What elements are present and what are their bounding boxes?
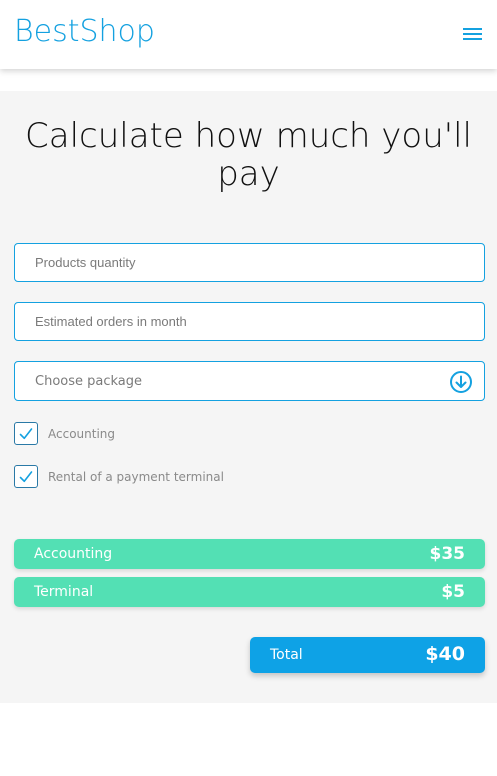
terminal-checkbox-label: Rental of a payment terminal (48, 470, 224, 484)
total-box: Total $40 (250, 637, 485, 673)
checkmark-icon (19, 471, 33, 483)
summary-item-price: $5 (441, 582, 465, 602)
menu-line (463, 33, 482, 35)
site-header: BestShop (0, 0, 497, 69)
accounting-checkbox-row: Accounting (14, 422, 314, 446)
terminal-checkbox[interactable] (14, 465, 38, 488)
products-quantity-input[interactable] (14, 243, 485, 282)
summary-item-accounting: Accounting $35 (14, 539, 485, 569)
menu-line (463, 28, 482, 30)
package-select-label: Choose package (35, 374, 143, 389)
total-price: $40 (425, 643, 465, 665)
package-select[interactable]: Choose package (14, 361, 485, 401)
accounting-checkbox-label: Accounting (48, 427, 116, 441)
summary-item-name: Terminal (34, 584, 94, 600)
summary-item-price: $35 (429, 544, 466, 564)
arrow-down-circle-icon (450, 371, 472, 393)
accounting-checkbox[interactable] (14, 422, 38, 445)
estimated-orders-input[interactable] (14, 302, 485, 341)
menu-line (463, 38, 482, 40)
hamburger-menu-icon[interactable] (460, 25, 486, 43)
terminal-checkbox-row: Rental of a payment terminal (14, 465, 314, 489)
summary-item-terminal: Terminal $5 (14, 577, 485, 607)
checkmark-icon (19, 428, 33, 440)
page-title: Calculate how much you'll pay (25, 116, 472, 194)
summary-item-name: Accounting (34, 546, 113, 562)
logo[interactable]: BestShop (14, 14, 155, 49)
total-label: Total (270, 647, 303, 663)
